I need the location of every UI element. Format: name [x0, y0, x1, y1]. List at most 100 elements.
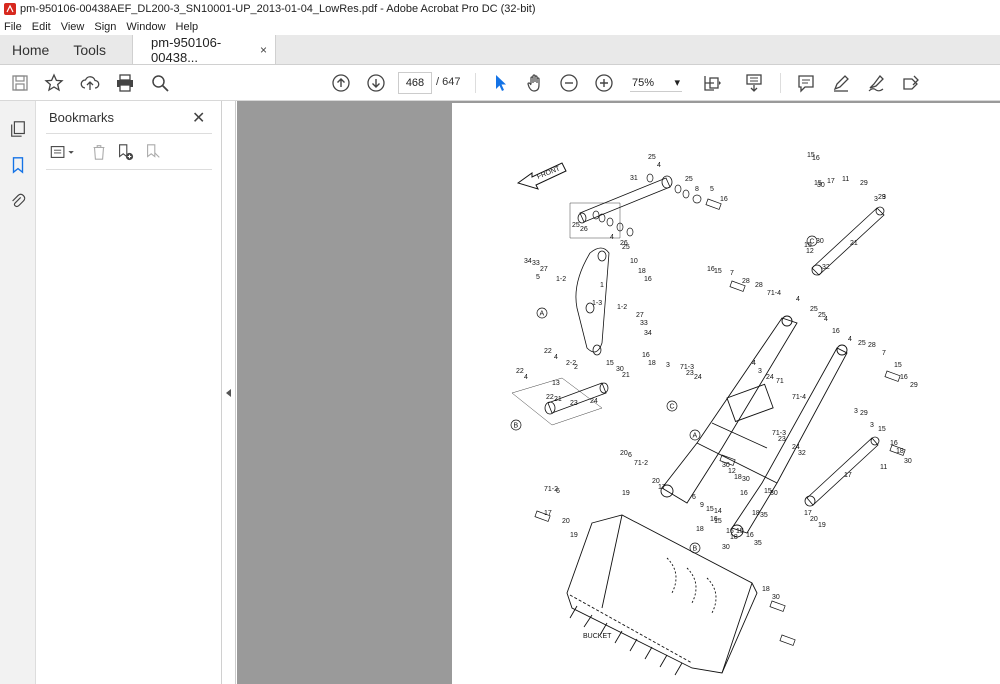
loader-boom	[660, 315, 848, 538]
part-number: 31	[630, 175, 638, 182]
scroll-mode-icon[interactable]	[742, 71, 766, 95]
part-number: 33	[640, 320, 648, 327]
save-icon[interactable]	[8, 71, 32, 95]
part-number: 16	[720, 196, 728, 203]
bookmark-tag-icon[interactable]	[142, 141, 164, 163]
part-number: 15	[714, 268, 722, 275]
part-number: 16	[812, 155, 820, 162]
part-number: 35	[760, 512, 768, 519]
part-number: 13	[552, 380, 560, 387]
part-number: 25	[685, 176, 693, 183]
part-number: 17	[827, 178, 835, 185]
menu-edit[interactable]: Edit	[32, 21, 51, 33]
toolbar-divider	[780, 73, 781, 93]
bookmark-options-icon[interactable]	[48, 141, 78, 163]
menu-sign[interactable]: Sign	[94, 21, 116, 33]
part-number: 29	[860, 180, 868, 187]
part-number: 24	[766, 374, 774, 381]
bookmarks-title: Bookmarks	[49, 110, 115, 125]
part-number: 15	[714, 518, 722, 525]
part-number: 4	[752, 360, 756, 367]
part-number: 15	[736, 528, 744, 535]
zoom-level-dropdown[interactable]: 75% ▾	[630, 74, 682, 92]
hand-tool-icon[interactable]	[523, 71, 547, 95]
collapse-arrow-icon[interactable]	[226, 389, 231, 397]
select-cursor-icon[interactable]	[488, 71, 512, 95]
part-number: 17	[658, 484, 666, 491]
part-number: 4	[610, 234, 614, 241]
part-number: 6	[628, 452, 632, 459]
page-total: / 647	[436, 76, 461, 88]
part-number: 18	[762, 586, 770, 593]
attachment-icon[interactable]	[8, 191, 28, 211]
part-number: 16	[900, 374, 908, 381]
bookmark-icon[interactable]	[8, 155, 28, 175]
part-number: 26	[580, 226, 588, 233]
part-number: 1-2	[556, 276, 566, 283]
delete-bookmark-icon[interactable]	[88, 141, 110, 163]
part-number: 11	[880, 464, 887, 471]
star-icon[interactable]	[42, 71, 66, 95]
tab-document[interactable]: pm-950106-00438... ×	[132, 34, 277, 65]
part-number: 1-2	[617, 304, 627, 311]
cloud-upload-icon[interactable]	[78, 71, 102, 95]
zoom-out-icon[interactable]	[557, 71, 581, 95]
tab-home[interactable]: Home	[0, 35, 61, 64]
part-number: 22	[544, 348, 552, 355]
part-number: 12	[806, 248, 814, 255]
menu-window[interactable]: Window	[126, 21, 165, 33]
part-number: 32	[822, 264, 830, 271]
document-tab-label: pm-950106-00438...	[151, 34, 222, 65]
title-bar: pm-950106-00438AEF_DL200-3_SN10001-UP_20…	[0, 0, 1000, 18]
menu-file[interactable]: File	[4, 21, 22, 33]
circle-label: C	[670, 404, 675, 411]
part-number: 7	[882, 350, 886, 357]
search-icon[interactable]	[148, 71, 172, 95]
part-number: 4	[848, 336, 852, 343]
tab-tools[interactable]: Tools	[61, 35, 118, 64]
part-number: 3	[854, 408, 858, 415]
circle-label: A	[693, 433, 698, 440]
close-tab-icon[interactable]: ×	[260, 43, 267, 57]
part-number: 25	[622, 244, 630, 251]
part-number: 18	[648, 360, 656, 367]
part-number: 29	[860, 410, 868, 417]
part-number: 71-4	[767, 290, 781, 297]
zoom-in-icon[interactable]	[592, 71, 616, 95]
panel-splitter[interactable]	[222, 101, 236, 684]
part-number: 34	[524, 258, 532, 265]
print-icon[interactable]	[113, 71, 137, 95]
close-panel-icon[interactable]: ✕	[192, 108, 205, 128]
part-number: 29	[910, 382, 918, 389]
page-fit-icon[interactable]	[700, 71, 724, 95]
fill-sign-icon[interactable]	[899, 71, 923, 95]
part-number: 25	[858, 340, 866, 347]
sign-icon[interactable]	[864, 71, 888, 95]
part-number: 1	[600, 282, 604, 289]
page-number-input[interactable]: 468	[398, 72, 432, 94]
menu-help[interactable]: Help	[176, 21, 199, 33]
part-number: 30	[770, 490, 778, 497]
part-number: 27	[540, 266, 548, 273]
document-view[interactable]: FRONT A B C C A B BUCKET 25 4 31 25 8 5 …	[237, 101, 1000, 684]
part-number: 24	[694, 374, 702, 381]
highlight-pen-icon[interactable]	[829, 71, 853, 95]
new-bookmark-icon[interactable]	[114, 141, 136, 163]
part-number: 28	[868, 342, 876, 349]
part-number: 8	[695, 186, 699, 193]
part-number: 15	[706, 506, 714, 513]
pin-hardware	[569, 173, 722, 239]
part-number: 27	[636, 312, 644, 319]
panel-divider	[46, 133, 212, 134]
next-page-icon[interactable]	[364, 71, 388, 95]
part-number: 19	[622, 490, 630, 497]
reference-circles: A B C C A B	[510, 235, 818, 554]
bucket	[566, 514, 758, 676]
previous-page-icon[interactable]	[329, 71, 353, 95]
window-title: pm-950106-00438AEF_DL200-3_SN10001-UP_20…	[20, 3, 536, 15]
part-number: 15	[894, 362, 902, 369]
menu-view[interactable]: View	[61, 21, 85, 33]
page-thumbnails-icon[interactable]	[8, 119, 28, 139]
part-number: 3	[870, 422, 874, 429]
comment-icon[interactable]	[794, 71, 818, 95]
